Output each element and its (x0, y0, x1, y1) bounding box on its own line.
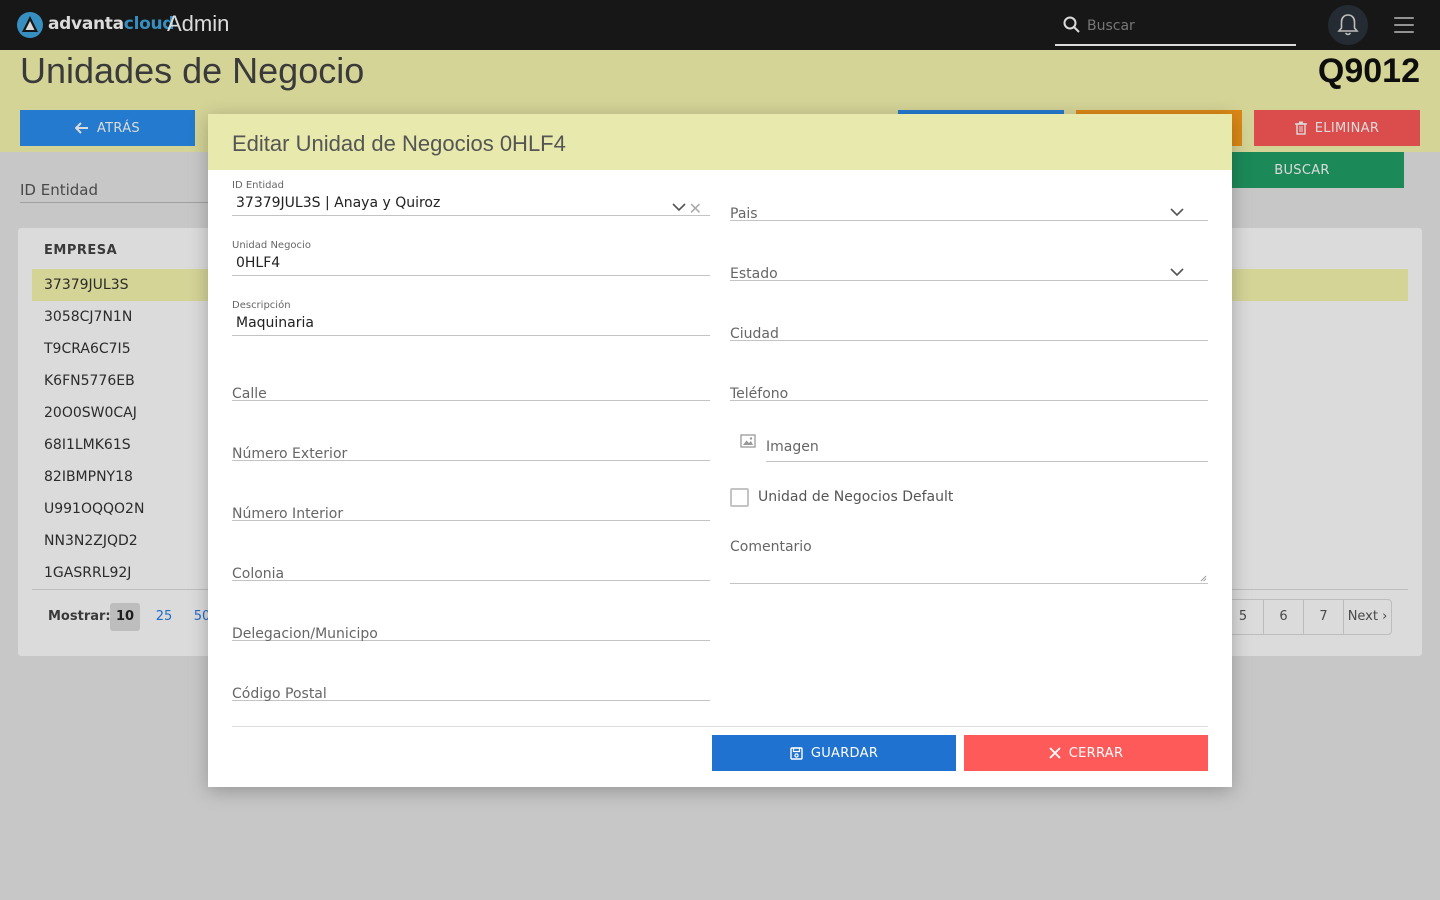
ext-number-field[interactable]: Número Exterior (232, 421, 710, 462)
modal-header: Editar Unidad de Negocios 0HLF4 (208, 114, 1232, 170)
state-select[interactable]: Estado (730, 241, 1208, 282)
neighborhood-placeholder: Colonia (232, 566, 285, 582)
description-value: Maquinaria (236, 315, 314, 331)
modal-footer-divider (232, 726, 1208, 727)
comment-label: Comentario (730, 539, 812, 555)
save-button[interactable]: GUARDAR (712, 735, 956, 771)
chevron-down-icon[interactable] (1170, 268, 1184, 276)
street-placeholder: Calle (232, 386, 267, 402)
municipality-field[interactable]: Delegacion/Municipo (232, 601, 710, 642)
city-placeholder: Ciudad (730, 326, 779, 342)
edit-business-unit-modal: Editar Unidad de Negocios 0HLF4 ID Entid… (208, 114, 1232, 787)
business-unit-value: 0HLF4 (236, 255, 281, 271)
street-field[interactable]: Calle (232, 361, 710, 402)
comment-textarea[interactable] (730, 562, 1208, 584)
entity-select[interactable]: ID Entidad 37379JUL3S | Anaya y Quiroz ✕ (232, 176, 710, 217)
description-label: Descripción (232, 300, 291, 311)
default-unit-label: Unidad de Negocios Default (758, 489, 954, 505)
chevron-down-icon[interactable] (1170, 208, 1184, 216)
phone-field[interactable]: Teléfono (730, 361, 1208, 402)
country-placeholder: Pais (730, 206, 758, 222)
country-select[interactable]: Pais (730, 181, 1208, 222)
municipality-placeholder: Delegacion/Municipo (232, 626, 378, 642)
state-placeholder: Estado (730, 266, 778, 282)
chevron-down-icon[interactable] (672, 203, 686, 211)
entity-select-value: 37379JUL3S | Anaya y Quiroz (236, 195, 441, 211)
phone-placeholder: Teléfono (730, 386, 789, 402)
zip-code-field[interactable]: Código Postal (232, 661, 710, 702)
int-number-field[interactable]: Número Interior (232, 481, 710, 522)
image-placeholder: Imagen (766, 439, 819, 455)
neighborhood-field[interactable]: Colonia (232, 541, 710, 582)
default-unit-checkbox[interactable] (730, 488, 749, 507)
entity-select-label: ID Entidad (232, 180, 285, 191)
floppy-disk-icon (790, 746, 803, 760)
ext-number-placeholder: Número Exterior (232, 446, 348, 462)
int-number-placeholder: Número Interior (232, 506, 344, 522)
close-button[interactable]: CERRAR (964, 735, 1208, 771)
clear-icon[interactable]: ✕ (689, 201, 702, 217)
close-button-label: CERRAR (1068, 745, 1124, 761)
image-field[interactable]: Imagen (766, 422, 1208, 462)
modal-title: Editar Unidad de Negocios 0HLF4 (232, 131, 566, 156)
description-field[interactable]: Descripción Maquinaria (232, 296, 710, 336)
business-unit-field[interactable]: Unidad Negocio 0HLF4 (232, 236, 710, 276)
city-field[interactable]: Ciudad (730, 301, 1208, 342)
resize-handle-icon[interactable] (1200, 575, 1207, 582)
image-icon[interactable] (740, 434, 756, 448)
save-button-label: GUARDAR (810, 745, 879, 761)
close-icon (1049, 747, 1061, 759)
business-unit-label: Unidad Negocio (232, 240, 311, 251)
zip-code-placeholder: Código Postal (232, 686, 327, 702)
